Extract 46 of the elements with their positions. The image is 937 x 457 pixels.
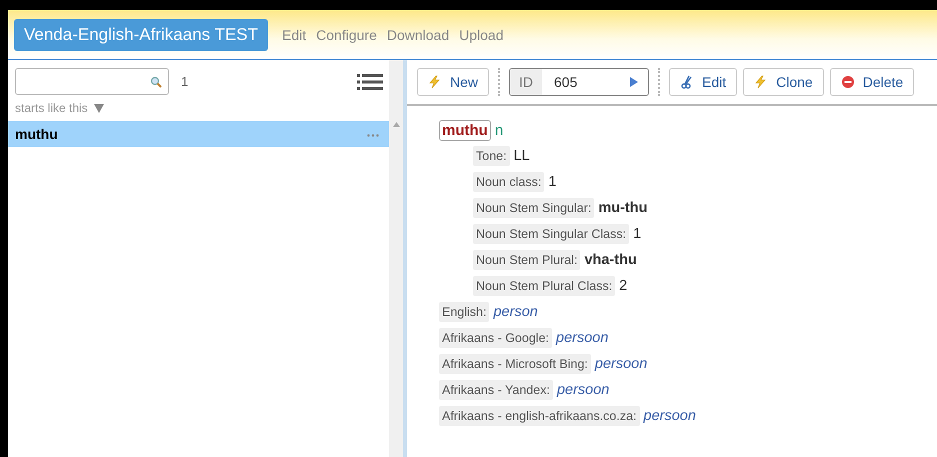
- field-value: vha-thu: [584, 252, 637, 268]
- field-label: Noun Stem Plural:: [473, 250, 580, 270]
- go-icon[interactable]: [630, 77, 638, 87]
- search-icon: [150, 76, 162, 88]
- translation-value: person: [493, 304, 538, 320]
- translation-value: persoon: [594, 356, 648, 372]
- dropdown-caret-icon[interactable]: [94, 104, 104, 112]
- lightning-icon: [754, 75, 768, 89]
- field-label: Afrikaans - Google:: [439, 328, 552, 348]
- edit-button[interactable]: Edit: [669, 68, 738, 96]
- field-value: 1: [548, 174, 556, 190]
- field-label: Afrikaans - english-afrikaans.co.za:: [439, 406, 640, 426]
- field-value: 2: [619, 278, 628, 294]
- delete-button[interactable]: Delete: [830, 68, 914, 96]
- scroll-up-icon[interactable]: [392, 122, 400, 127]
- menu-link[interactable]: Upload: [459, 26, 504, 42]
- more-icon[interactable]: [367, 134, 379, 137]
- id-field[interactable]: ID 605: [509, 68, 650, 96]
- menu-link[interactable]: Configure: [316, 26, 377, 42]
- field-value: mu-thu: [598, 200, 648, 216]
- menu-link[interactable]: Download: [386, 26, 450, 42]
- field-value: LL: [514, 148, 530, 164]
- delete-icon: [840, 75, 855, 89]
- scissors-icon: [680, 75, 694, 89]
- menu-link[interactable]: Edit: [282, 26, 306, 42]
- lightning-icon: [428, 75, 442, 89]
- field-label: Noun Stem Plural Class:: [473, 276, 616, 296]
- headword: muthu: [439, 120, 491, 141]
- new-button[interactable]: New: [417, 68, 490, 96]
- translation-value: persoon: [644, 408, 696, 424]
- field-label: Noun class:: [473, 172, 544, 192]
- field-label: Afrikaans - Yandex:: [439, 380, 553, 400]
- entry-list-item[interactable]: muthu: [8, 121, 389, 147]
- field-label: Noun Stem Singular:: [473, 198, 594, 218]
- search-field[interactable]: [15, 68, 169, 95]
- translation-value: persoon: [556, 330, 608, 346]
- field-label: Tone:: [473, 146, 510, 166]
- translation-value: persoon: [556, 382, 610, 398]
- field-label: Afrikaans - Microsoft Bing:: [439, 354, 591, 374]
- field-label: Noun Stem Singular Class:: [473, 224, 630, 244]
- clone-button[interactable]: Clone: [743, 68, 824, 96]
- field-value: 1: [633, 226, 642, 242]
- field-label: English:: [439, 302, 490, 322]
- result-count: 1: [181, 74, 190, 89]
- part-of-speech: n: [494, 122, 504, 139]
- list-view-icon[interactable]: [357, 74, 383, 90]
